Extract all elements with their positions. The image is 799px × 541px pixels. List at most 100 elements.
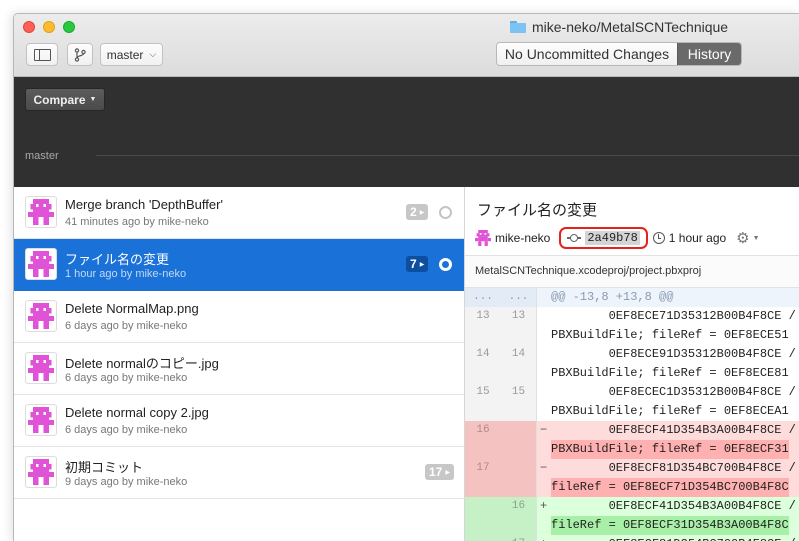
commit-row-subtitle: 6 days ago by mike-neko [65, 320, 188, 332]
changed-files-badge[interactable]: 7 ▶ [406, 256, 429, 272]
commit-sha-highlight[interactable]: 2a49b78 [559, 227, 648, 249]
old-line-number [465, 497, 501, 516]
sidebar-icon [33, 48, 51, 61]
old-line-number [465, 326, 501, 345]
changed-files-count: 7 [410, 257, 417, 271]
repo-name: mike-neko/MetalSCNTechnique [532, 19, 729, 35]
new-line-number: ... [501, 288, 537, 307]
commit-list: Merge branch 'DepthBuffer' 41 minutes ago… [14, 187, 465, 541]
author-avatar [475, 230, 491, 246]
new-line-number [501, 516, 537, 535]
new-line-number: 16 [501, 497, 537, 516]
commit-row[interactable]: Merge branch 'DepthBuffer' 41 minutes ago… [14, 187, 464, 239]
file-header[interactable]: MetalSCNTechnique.xcodeproj/project.pbxp… [465, 255, 799, 288]
commit-row-subtitle: 41 minutes ago by mike-neko [65, 216, 209, 228]
diff-line: PBXBuildFile; fileRef = 0EF8ECE81 [465, 364, 799, 383]
branch-button[interactable] [67, 43, 93, 66]
commit-status-ring[interactable] [439, 258, 452, 271]
commit-row-subtitle: 6 days ago by mike-neko [65, 372, 188, 384]
commit-row-title: Delete NormalMap.png [65, 301, 199, 316]
commit-row-title: Delete normal copy 2.jpg [65, 405, 209, 420]
commit-row-subtitle: 9 days ago by mike-neko [65, 476, 188, 488]
diff-code: 0EF8ECEC1D35312B00B4F8CE / [551, 385, 796, 399]
zoom-window-button[interactable] [63, 21, 75, 33]
file-path: MetalSCNTechnique.xcodeproj/project.pbxp… [475, 265, 702, 277]
timeline-track [96, 155, 799, 156]
branch-timeline: Compare ▼ master [14, 77, 799, 187]
commit-time: 1 hour ago [668, 231, 727, 245]
avatar [25, 196, 57, 228]
compare-button[interactable]: Compare ▼ [25, 88, 105, 111]
minimize-window-button[interactable] [43, 21, 55, 33]
tab-history[interactable]: History [677, 43, 741, 65]
commit-author: mike-neko [495, 231, 551, 245]
new-line-number [501, 440, 537, 459]
caret-right-icon: ▶ [445, 469, 450, 476]
commit-row-title: 初期コミット [65, 460, 144, 475]
caret-down-icon: ▼ [89, 96, 97, 103]
gear-icon[interactable]: ⚙ [736, 229, 749, 247]
new-line-number: 17 [501, 535, 537, 541]
old-line-number [465, 535, 501, 541]
commit-row-title: ファイル名の変更 [65, 252, 170, 267]
changed-files-count: 2 [410, 205, 417, 219]
old-line-number: 17 [465, 459, 501, 478]
commit-sha: 2a49b78 [585, 231, 640, 245]
commit-row[interactable]: Delete NormalMap.png 6 days ago by mike-n… [14, 291, 464, 343]
diff-line: fileRef = 0EF8ECF31D354B3A00B4F8C [465, 516, 799, 535]
new-line-number [501, 364, 537, 383]
avatar [25, 456, 57, 488]
changed-files-count: 17 [429, 465, 443, 479]
avatar [25, 352, 57, 384]
old-line-number [465, 478, 501, 497]
sidebar-toggle-button[interactable] [26, 43, 58, 66]
diff-line: PBXBuildFile; fileRef = 0EF8ECE51 [465, 326, 799, 345]
changed-files-badge[interactable]: 17 ▶ [425, 464, 454, 480]
window-title: mike-neko/MetalSCNTechnique [510, 18, 728, 36]
commit-status-ring[interactable] [439, 206, 452, 219]
diff-code: 0EF8ECE91D35312B00B4F8CE / [551, 347, 796, 361]
new-line-number [501, 326, 537, 345]
branch-select-label: master [106, 47, 144, 62]
view-switcher: No Uncommitted Changes History [496, 42, 742, 66]
commit-row[interactable]: ファイル名の変更 1 hour ago by mike-neko 7 ▶ [14, 239, 464, 291]
close-window-button[interactable] [23, 21, 35, 33]
new-line-number: 14 [501, 345, 537, 364]
diff-code: PBXBuildFile; fileRef = 0EF8ECEA1 [551, 404, 789, 418]
old-line-number: 14 [465, 345, 501, 364]
old-line-number [465, 516, 501, 535]
branch-select[interactable]: master ⌵ [100, 43, 163, 66]
commit-row-title: Merge branch 'DepthBuffer' [65, 197, 223, 212]
commit-row[interactable]: 初期コミット 9 days ago by mike-neko 17 ▶ [14, 447, 464, 499]
diff-code: PBXBuildFile; fileRef = 0EF8ECF31 [551, 440, 789, 459]
diff-line: 15 15 0EF8ECEC1D35312B00B4F8CE / [465, 383, 799, 402]
diff-line: fileRef = 0EF8ECF71D354BC700B4F8C [465, 478, 799, 497]
diff-code: fileRef = 0EF8ECF31D354B3A00B4F8C [551, 516, 789, 535]
diff-line: PBXBuildFile; fileRef = 0EF8ECEA1 [465, 402, 799, 421]
avatar [25, 404, 57, 436]
changed-files-badge[interactable]: 2 ▶ [406, 204, 429, 220]
diff-line: ...... @@ -13,8 +13,8 @@ [465, 288, 799, 307]
old-line-number [465, 402, 501, 421]
diff-line: 17+ 0EF8ECF81D354BC700B4F8CE / [465, 535, 799, 541]
diff-code: PBXBuildFile; fileRef = 0EF8ECE81 [551, 366, 789, 380]
old-line-number: ... [465, 288, 501, 307]
commit-row[interactable]: Delete normalのコピー.jpg 6 days ago by mike-… [14, 343, 464, 395]
commit-meta: mike-neko 2a49b78 1 hour ago ⚙ ▼ [475, 227, 760, 249]
diff-view: ...... @@ -13,8 +13,8 @@ 13 13 0EF8ECE71D35… [465, 288, 799, 541]
diff-code: 0EF8ECF41D354B3A00B4F8CE / [551, 423, 796, 437]
avatar [25, 300, 57, 332]
diff-marker: + [540, 535, 547, 541]
new-line-number [501, 421, 537, 440]
commit-detail: ファイル名の変更 mike-neko 2a49b78 1 hour ago ⚙ [465, 187, 799, 541]
tab-no-uncommitted-changes[interactable]: No Uncommitted Changes [497, 43, 677, 65]
caret-down-icon: ▼ [752, 234, 760, 242]
commit-icon [567, 234, 582, 242]
commit-row[interactable]: Delete normal copy 2.jpg 6 days ago by mi… [14, 395, 464, 447]
diff-code: fileRef = 0EF8ECF71D354BC700B4F8C [551, 478, 789, 497]
diff-code: 0EF8ECF81D354BC700B4F8CE / [551, 535, 796, 541]
diff-line: 13 13 0EF8ECE71D35312B00B4F8CE / [465, 307, 799, 326]
diff-line: 16 − 0EF8ECF41D354B3A00B4F8CE / [465, 421, 799, 440]
timeline-branch-label: master [25, 150, 59, 162]
commit-row-subtitle: 1 hour ago by mike-neko [65, 268, 187, 280]
